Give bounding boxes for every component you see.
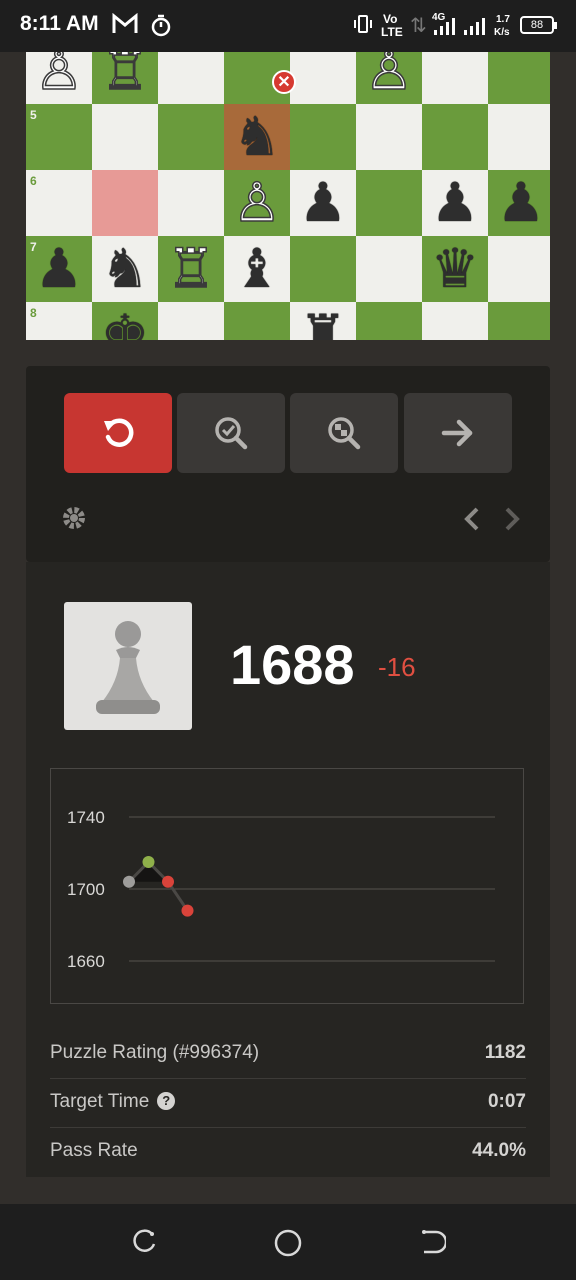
white-pawn-icon[interactable]: ♙ <box>356 52 422 104</box>
chart-y-tick-label: 1740 <box>67 808 105 827</box>
black-pawn-icon[interactable]: ♟ <box>488 170 550 236</box>
vibrate-icon <box>352 13 374 41</box>
pass-rate-label: Pass Rate <box>50 1140 138 1161</box>
board-square[interactable] <box>488 302 550 340</box>
black-queen-icon[interactable]: ♛ <box>422 236 488 302</box>
board-square[interactable] <box>488 236 550 302</box>
board-square[interactable] <box>92 104 158 170</box>
board-square[interactable] <box>158 104 224 170</box>
battery-level: 88 <box>530 19 544 31</box>
board-square[interactable] <box>290 236 356 302</box>
status-time: 8:11 AM <box>20 12 99 35</box>
chevron-left-icon[interactable] <box>462 506 482 539</box>
board-square[interactable] <box>158 302 224 340</box>
puzzle-result: 1688 -16 1740 1700 1660 Puzzle Rating (#99… <box>26 562 550 1177</box>
white-pawn-icon[interactable]: ♙ <box>26 52 92 104</box>
analysis-button[interactable] <box>177 393 285 473</box>
hint-icon <box>328 417 361 450</box>
analysis-icon <box>215 417 248 450</box>
board-square[interactable] <box>356 170 422 236</box>
gear-icon[interactable] <box>60 504 88 539</box>
signal-4g-icon <box>432 16 458 42</box>
timer-icon <box>150 13 172 43</box>
retry-button[interactable] <box>64 393 172 473</box>
recents-icon[interactable] <box>130 1228 158 1256</box>
board-square[interactable] <box>488 104 550 170</box>
data-arrows-icon: ⇅ <box>410 15 427 37</box>
home-icon[interactable] <box>273 1228 302 1257</box>
chess-board[interactable]: 5678hgfedcba♙♖♙♞♙♟♟♟♟♞♖♝♛♚♜ <box>26 52 550 340</box>
board-square[interactable] <box>290 104 356 170</box>
board-square[interactable] <box>488 52 550 104</box>
board-square[interactable] <box>356 302 422 340</box>
pawn-icon <box>96 621 160 714</box>
board-square[interactable] <box>422 104 488 170</box>
board-square[interactable] <box>290 52 356 104</box>
rating-chart: 1740 1700 1660 <box>50 768 524 1004</box>
net-speed-unit: K/s <box>494 27 510 38</box>
rating-chart-svg: 1740 1700 1660 <box>67 808 495 971</box>
board-square[interactable] <box>158 170 224 236</box>
hint-button[interactable] <box>290 393 398 473</box>
black-pawn-icon[interactable]: ♟ <box>290 170 356 236</box>
board-square[interactable] <box>92 170 158 236</box>
target-time-row: Target Time? 0:07 <box>50 1079 526 1128</box>
rank-label: 6 <box>30 174 37 188</box>
black-knight-icon[interactable]: ♞ <box>92 236 158 302</box>
board-square[interactable] <box>356 236 422 302</box>
target-time-value: 0:07 <box>487 1091 526 1112</box>
puzzle-rating-value: 1182 <box>484 1042 526 1063</box>
puzzle-controls <box>26 366 550 562</box>
puzzle-rating: 1688 <box>230 633 355 696</box>
wrong-move-icon: ✕ <box>272 70 296 94</box>
status-bar: 8:11 AM Vo LTE ⇅ 4G 1.7 K/s 88 <box>0 0 576 52</box>
target-time-label: Target Time <box>50 1091 150 1112</box>
next-puzzle-button[interactable] <box>404 393 512 473</box>
volte-top: Vo <box>383 12 398 26</box>
board-square[interactable] <box>224 302 290 340</box>
puzzle-rating-label: Puzzle Rating (#996374) <box>50 1042 260 1063</box>
white-rook-icon[interactable]: ♖ <box>158 236 224 302</box>
black-bishop-icon[interactable]: ♝ <box>224 236 290 302</box>
rank-label: 8 <box>30 306 37 320</box>
black-pawn-icon[interactable]: ♟ <box>422 170 488 236</box>
battery-icon: 88 <box>520 16 557 34</box>
board-square[interactable] <box>158 52 224 104</box>
rank-label: 5 <box>30 108 37 122</box>
gmail-icon <box>112 12 138 41</box>
chevron-right-icon[interactable] <box>502 506 522 539</box>
black-rook-icon[interactable]: ♜ <box>290 302 356 340</box>
retry-icon <box>104 418 134 447</box>
board-square[interactable] <box>422 52 488 104</box>
back-icon[interactable] <box>418 1228 448 1256</box>
chart-point <box>142 856 155 868</box>
system-nav-bar <box>0 1204 576 1280</box>
rating-delta: -16 <box>378 652 416 682</box>
white-rook-icon[interactable]: ♖ <box>92 52 158 104</box>
chart-point <box>162 875 174 888</box>
chart-point <box>181 904 194 917</box>
black-king-icon[interactable]: ♚ <box>92 302 158 340</box>
chart-point <box>123 875 135 888</box>
black-knight-icon[interactable]: ♞ <box>224 104 290 170</box>
pawn-avatar <box>64 602 192 730</box>
pass-rate-row: Pass Rate 44.0% <box>50 1128 526 1176</box>
pass-rate-value: 44.0% <box>472 1140 526 1161</box>
board-square[interactable] <box>422 302 488 340</box>
black-pawn-icon[interactable]: ♟ <box>26 236 92 302</box>
chart-y-tick-label: 1660 <box>67 952 105 971</box>
board-square[interactable] <box>356 104 422 170</box>
chart-y-tick-label: 1700 <box>67 880 105 899</box>
signal-icon <box>462 16 488 42</box>
next-icon <box>441 419 473 447</box>
net-speed-value: 1.7 <box>496 14 510 25</box>
help-icon[interactable]: ? <box>157 1092 176 1110</box>
volte-bottom: LTE <box>381 25 403 39</box>
white-pawn-icon[interactable]: ♙ <box>224 170 290 236</box>
puzzle-rating-row: Puzzle Rating (#996374) 1182 <box>50 1030 526 1079</box>
